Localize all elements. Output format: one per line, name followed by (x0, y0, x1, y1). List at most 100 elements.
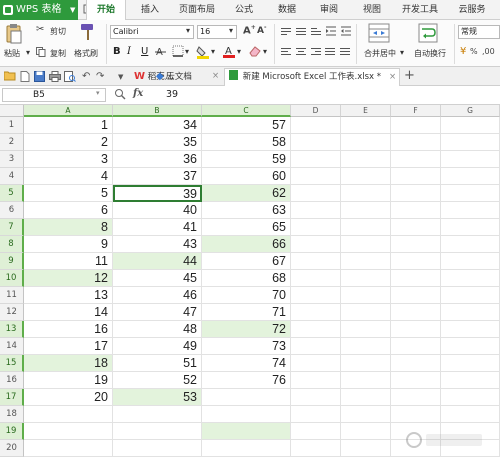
format-painter-icon[interactable] (80, 23, 96, 41)
cell-c12[interactable]: 71 (202, 304, 291, 321)
cell-f3[interactable] (391, 151, 441, 168)
format-painter-button[interactable]: 格式刷 (74, 48, 98, 59)
row-header[interactable]: 9 (0, 253, 24, 270)
column-header[interactable]: F (391, 105, 441, 117)
strikethrough-icon[interactable]: A (155, 45, 167, 58)
cell-b8[interactable]: 43 (113, 236, 202, 253)
search-icon[interactable] (114, 88, 126, 100)
cell-a10[interactable]: 12 (24, 270, 113, 287)
cell-a19[interactable] (24, 423, 113, 440)
menu-tab[interactable]: 开始 (86, 0, 126, 21)
cell-g14[interactable] (441, 338, 500, 355)
distribute-icon[interactable] (340, 48, 350, 57)
align-center-icon[interactable] (296, 48, 306, 57)
cell-c8[interactable]: 66 (202, 236, 291, 253)
cell-c4[interactable]: 60 (202, 168, 291, 185)
bold-icon[interactable]: B (113, 46, 121, 57)
chevron-down-icon[interactable]: ▾ (229, 26, 233, 35)
cell-g9[interactable] (441, 253, 500, 270)
cell-a20[interactable] (24, 440, 113, 457)
column-header[interactable]: E (341, 105, 391, 117)
cell-e5[interactable] (341, 185, 391, 202)
cell-b1[interactable]: 34 (113, 117, 202, 134)
align-left-icon[interactable] (281, 48, 291, 57)
cell-a9[interactable]: 11 (24, 253, 113, 270)
cell-d5[interactable] (291, 185, 341, 202)
outdent-icon[interactable] (340, 25, 352, 37)
cell-f2[interactable] (391, 134, 441, 151)
percent-icon[interactable]: % (470, 47, 478, 56)
cell-b14[interactable]: 49 (113, 338, 202, 355)
select-all-corner[interactable] (0, 105, 24, 117)
cell-g4[interactable] (441, 168, 500, 185)
cell-f12[interactable] (391, 304, 441, 321)
align-middle-icon[interactable] (296, 28, 306, 37)
row-header[interactable]: 5 (0, 185, 24, 202)
align-bottom-icon[interactable] (311, 28, 321, 37)
cell-e2[interactable] (341, 134, 391, 151)
menu-tab[interactable]: 视图 (352, 0, 392, 20)
row-header[interactable]: 16 (0, 372, 24, 389)
chevron-down-icon[interactable]: ▾ (211, 47, 215, 56)
cell-e4[interactable] (341, 168, 391, 185)
cell-b6[interactable]: 40 (113, 202, 202, 219)
open-folder-icon[interactable] (3, 71, 16, 84)
cell-g3[interactable] (441, 151, 500, 168)
cell-b9[interactable]: 44 (113, 253, 202, 270)
row-header[interactable]: 10 (0, 270, 24, 287)
cell-d13[interactable] (291, 321, 341, 338)
row-header[interactable]: 11 (0, 287, 24, 304)
cell-d19[interactable] (291, 423, 341, 440)
cell-e16[interactable] (341, 372, 391, 389)
cell-f15[interactable] (391, 355, 441, 372)
cell-f13[interactable] (391, 321, 441, 338)
column-header[interactable]: C (202, 105, 291, 117)
cell-b11[interactable]: 46 (113, 287, 202, 304)
cell-f18[interactable] (391, 406, 441, 423)
cell-c1[interactable]: 57 (202, 117, 291, 134)
print-icon[interactable] (49, 71, 61, 85)
chevron-down-icon[interactable]: ▾ (186, 26, 190, 35)
cell-g13[interactable] (441, 321, 500, 338)
cell-c13[interactable]: 72 (202, 321, 291, 338)
cell-f6[interactable] (391, 202, 441, 219)
cell-g17[interactable] (441, 389, 500, 406)
cell-f8[interactable] (391, 236, 441, 253)
row-header[interactable]: 17 (0, 389, 24, 406)
cell-c10[interactable]: 68 (202, 270, 291, 287)
paste-dropdown-icon[interactable]: ▾ (26, 48, 30, 57)
cell-f10[interactable] (391, 270, 441, 287)
row-header[interactable]: 13 (0, 321, 24, 338)
font-name-select[interactable]: Calibri (110, 25, 194, 39)
print-preview-icon[interactable] (64, 71, 76, 85)
row-header[interactable]: 2 (0, 134, 24, 151)
cell-e20[interactable] (341, 440, 391, 457)
cell-d16[interactable] (291, 372, 341, 389)
function-icon[interactable]: fx (133, 88, 143, 99)
formula-input[interactable]: 39 (166, 89, 178, 100)
row-header[interactable]: 12 (0, 304, 24, 321)
cell-b7[interactable]: 41 (113, 219, 202, 236)
row-header[interactable]: 3 (0, 151, 24, 168)
menu-tab[interactable]: 开发工具 (396, 0, 444, 20)
cell-a8[interactable]: 9 (24, 236, 113, 253)
cell-b19[interactable] (113, 423, 202, 440)
cell-b15[interactable]: 51 (113, 355, 202, 372)
cell-d9[interactable] (291, 253, 341, 270)
underline-icon[interactable]: U (141, 46, 148, 57)
cell-g5[interactable] (441, 185, 500, 202)
quick-access-dropdown-icon[interactable]: ▼ (118, 73, 123, 81)
menu-tab[interactable]: 插入 (132, 0, 168, 20)
row-header[interactable]: 8 (0, 236, 24, 253)
row-header[interactable]: 14 (0, 338, 24, 355)
cell-g6[interactable] (441, 202, 500, 219)
cell-g12[interactable] (441, 304, 500, 321)
chevron-down-icon[interactable]: ▾ (237, 47, 241, 56)
name-box[interactable]: B5 (2, 88, 106, 102)
cell-g11[interactable] (441, 287, 500, 304)
cell-a16[interactable]: 19 (24, 372, 113, 389)
number-format-select[interactable]: 常规 (458, 25, 500, 39)
cell-d1[interactable] (291, 117, 341, 134)
clear-format-icon[interactable] (248, 45, 262, 57)
cell-b10[interactable]: 45 (113, 270, 202, 287)
